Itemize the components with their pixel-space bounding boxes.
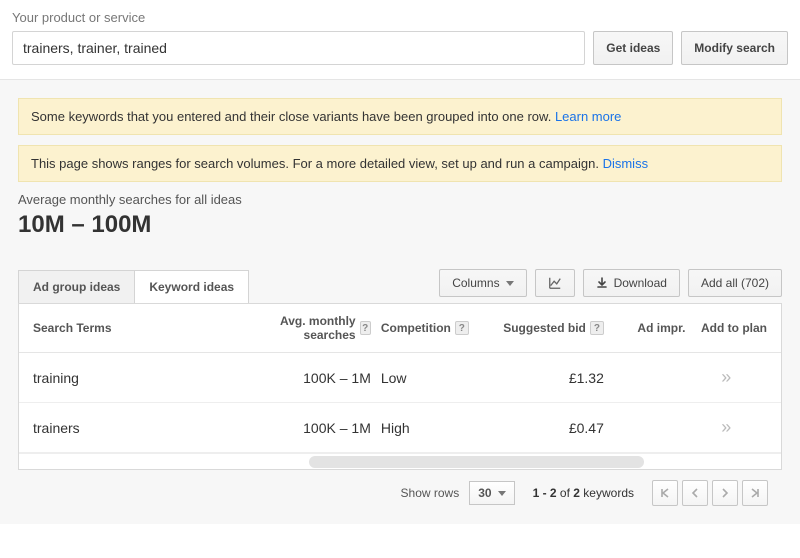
- th-ad-impr[interactable]: Ad impr.: [604, 321, 686, 335]
- next-page-button[interactable]: [712, 480, 738, 506]
- cell-term: training: [33, 370, 254, 386]
- cell-avg: 100K – 1M: [254, 370, 371, 386]
- tab-adgroup-ideas[interactable]: Ad group ideas: [18, 270, 135, 303]
- th-competition[interactable]: Competition ?: [371, 321, 488, 335]
- help-icon[interactable]: ?: [455, 321, 469, 335]
- cell-competition: High: [371, 420, 488, 436]
- grouped-notice: Some keywords that you entered and their…: [18, 98, 782, 135]
- dismiss-link[interactable]: Dismiss: [603, 156, 649, 171]
- ranges-notice: This page shows ranges for search volume…: [18, 145, 782, 182]
- add-to-plan-button[interactable]: »: [685, 367, 767, 388]
- cell-competition: Low: [371, 370, 488, 386]
- horizontal-scrollbar[interactable]: [19, 453, 781, 469]
- caret-down-icon: [506, 281, 514, 286]
- cell-avg: 100K – 1M: [254, 420, 371, 436]
- cell-term: trainers: [33, 420, 254, 436]
- columns-button[interactable]: Columns: [439, 269, 526, 297]
- rows-select[interactable]: 30: [469, 481, 514, 505]
- help-icon[interactable]: ?: [590, 321, 604, 335]
- show-rows-label: Show rows: [401, 486, 460, 500]
- pagination-text: 1 - 2 of 2 keywords: [533, 486, 634, 500]
- help-icon[interactable]: ?: [360, 321, 371, 335]
- add-to-plan-button[interactable]: »: [685, 417, 767, 438]
- th-add-to-plan[interactable]: Add to plan: [685, 321, 767, 335]
- cell-bid: £1.32: [487, 370, 604, 386]
- chart-icon: [548, 276, 562, 290]
- product-label: Your product or service: [12, 10, 788, 25]
- download-button[interactable]: Download: [583, 269, 680, 297]
- download-icon: [596, 277, 608, 289]
- first-icon: [659, 487, 671, 499]
- th-avg-searches[interactable]: Avg. monthly searches ?: [254, 314, 371, 342]
- avg-searches-value: 10M – 100M: [18, 211, 782, 239]
- th-search-terms[interactable]: Search Terms: [33, 321, 254, 335]
- grouped-notice-text: Some keywords that you entered and their…: [31, 109, 555, 124]
- columns-label: Columns: [452, 276, 499, 290]
- tab-keyword-ideas[interactable]: Keyword ideas: [135, 270, 249, 303]
- keyword-table: Search Terms Avg. monthly searches ? Com…: [18, 303, 782, 470]
- table-row: trainers 100K – 1M High £0.47 »: [19, 403, 781, 453]
- chevron-left-icon: [690, 488, 700, 498]
- ranges-notice-text: This page shows ranges for search volume…: [31, 156, 603, 171]
- last-page-button[interactable]: [742, 480, 768, 506]
- keyword-input[interactable]: [12, 31, 585, 65]
- th-suggested-bid[interactable]: Suggested bid ?: [487, 321, 604, 335]
- chevron-right-icon: [720, 488, 730, 498]
- add-all-button[interactable]: Add all (702): [688, 269, 782, 297]
- chart-button[interactable]: [535, 269, 575, 297]
- modify-search-button[interactable]: Modify search: [681, 31, 788, 65]
- scrollbar-thumb[interactable]: [309, 456, 644, 468]
- prev-page-button[interactable]: [682, 480, 708, 506]
- get-ideas-button[interactable]: Get ideas: [593, 31, 673, 65]
- download-label: Download: [614, 276, 667, 290]
- table-row: training 100K – 1M Low £1.32 »: [19, 353, 781, 403]
- avg-searches-label: Average monthly searches for all ideas: [18, 192, 782, 207]
- first-page-button[interactable]: [652, 480, 678, 506]
- last-icon: [749, 487, 761, 499]
- cell-bid: £0.47: [487, 420, 604, 436]
- learn-more-link[interactable]: Learn more: [555, 109, 621, 124]
- caret-down-icon: [498, 491, 506, 496]
